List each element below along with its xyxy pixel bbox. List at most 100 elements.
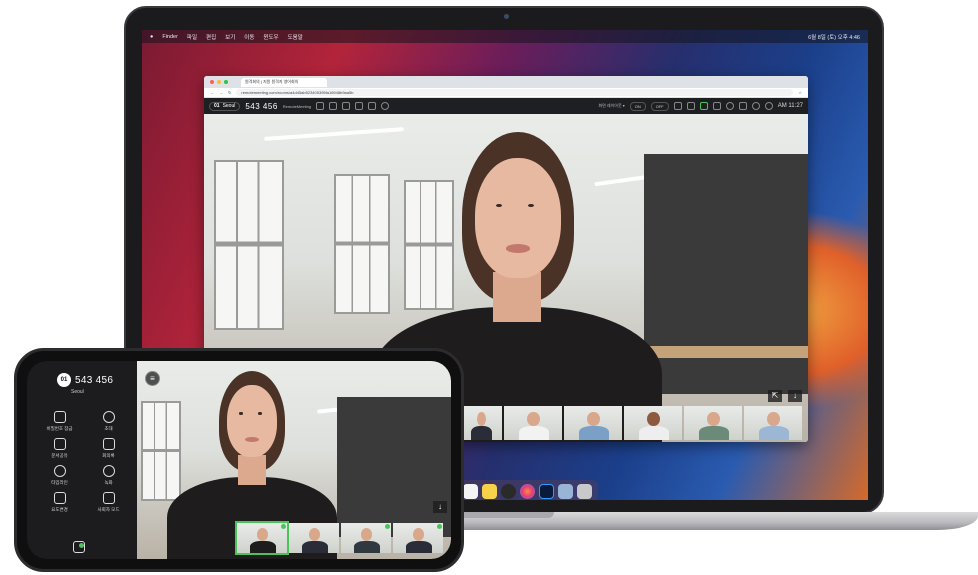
menu-label: 비밀번호 잠금 (46, 426, 73, 431)
menu-item-timeline[interactable]: 타임라인 (35, 465, 84, 486)
menu-item-invite[interactable]: 초대 (84, 411, 133, 432)
menubar-app[interactable]: Finder (162, 34, 178, 40)
camera-snapshot-icon[interactable] (368, 102, 377, 110)
smartphone: 01 543 456 Seoul 비밀번호 잠금 초대 문서공유 회의록 타임라… (14, 348, 464, 572)
trash-dock-icon[interactable] (577, 483, 592, 499)
menu-label: 문서공유 (51, 453, 68, 458)
off-toggle[interactable]: OFF (650, 101, 669, 111)
mac-menubar: ● Finder 파일 편집 보기 이동 윈도우 도움말 6월 8일 (토) 오… (142, 30, 868, 43)
crown-icon (102, 492, 115, 504)
participant-thumbnail[interactable] (504, 406, 562, 440)
phone-sidebar: 01 543 456 Seoul 비밀번호 잠금 초대 문서공유 회의록 타임라… (27, 361, 137, 559)
product-showcase: ● Finder 파일 편집 보기 이동 윈도우 도움말 6월 8일 (토) 오… (0, 0, 978, 575)
menu-item-minutes[interactable]: 회의록 (84, 438, 133, 459)
reload-icon[interactable]: ↻ (228, 90, 231, 95)
layout-dropdown[interactable]: 화면 레이아웃 ▾ (598, 103, 624, 109)
menu-item-password-lock[interactable]: 비밀번호 잠금 (35, 411, 84, 432)
phone-room-badge: 01 (57, 373, 71, 387)
browser-tab[interactable]: 원격회의 | 지원 원격지 영어회의 (241, 77, 327, 87)
menu-item-document-share[interactable]: 문서공유 (35, 438, 84, 459)
menubar-item-edit[interactable]: 편집 (206, 33, 216, 41)
menu-item-record[interactable]: 녹화 (84, 465, 133, 486)
office-window (214, 160, 284, 330)
phone-room-info: 01 543 456 (57, 373, 113, 387)
room-city: Seoul (222, 103, 236, 109)
minimize-window-icon[interactable] (217, 80, 221, 84)
lock-icon (53, 411, 66, 423)
phone-screen: 01 543 456 Seoul 비밀번호 잠금 초대 문서공유 회의록 타임라… (27, 361, 451, 559)
close-window-icon[interactable] (210, 80, 214, 84)
notes-dock-icon[interactable] (482, 483, 497, 499)
participant-thumbnail[interactable] (684, 406, 742, 440)
fullscreen-icon[interactable] (738, 102, 747, 110)
url-field[interactable]: remotemeeting.com/rooms/a4d45ab523405395… (236, 89, 794, 96)
participant-thumbnail[interactable] (341, 523, 391, 553)
calendar-dock-icon[interactable] (463, 483, 478, 499)
phone-room-number: 543 456 (75, 374, 114, 386)
brand-label: RemoteMeeting (282, 103, 312, 109)
video-camera-icon[interactable] (712, 102, 721, 110)
download-arrow-icon[interactable]: ↓ (433, 501, 447, 513)
exit-icon[interactable] (764, 102, 773, 110)
participant-thumbnail[interactable] (744, 406, 802, 440)
menu-label: 회의록 (102, 453, 115, 458)
menubar-item-file[interactable]: 파일 (187, 33, 197, 41)
browser-tabbar: 원격회의 | 지원 원격지 영어회의 (204, 76, 808, 88)
laptop-notch (458, 512, 554, 518)
menu-item-layout[interactable]: 요도변경 (35, 492, 84, 513)
room-badge: 01 (214, 103, 220, 109)
meeting-clock: AM 11:27 (777, 103, 803, 109)
document-icon (53, 438, 66, 450)
gallery-view-icon[interactable] (686, 102, 695, 110)
notes-icon (102, 438, 115, 450)
phone-participant-strip (235, 521, 443, 555)
participant-thumbnail[interactable] (564, 406, 622, 440)
dashboard-dock-icon[interactable] (501, 483, 516, 499)
menu-label: 녹화 (104, 480, 113, 485)
pip-icon[interactable]: ⇱ (768, 390, 782, 402)
photoshop-dock-icon[interactable] (539, 483, 554, 499)
invite-icon[interactable] (329, 102, 338, 110)
dark-wall (644, 154, 808, 394)
settings-gear-icon[interactable] (751, 102, 760, 110)
menubar-item-view[interactable]: 보기 (225, 33, 235, 41)
layout-icon (53, 492, 66, 504)
bookmark-star-icon[interactable]: ☆ (798, 90, 802, 95)
phone-menu-grid: 비밀번호 잠금 초대 문서공유 회의록 타임라인 녹화 요도변경 사회자 모드 (35, 411, 133, 513)
lock-icon[interactable] (316, 102, 325, 110)
screen-share-icon[interactable] (342, 102, 351, 110)
timeline-icon (53, 465, 66, 477)
menu-item-host-mode[interactable]: 사회자 모드 (84, 492, 133, 513)
menubar-clock[interactable]: 6월 8일 (토) 오후 4:46 (808, 33, 860, 41)
participant-thumbnail[interactable] (235, 521, 289, 555)
dark-wall (337, 397, 451, 537)
participants-icon[interactable] (699, 102, 708, 110)
participant-thumbnail[interactable] (460, 406, 502, 440)
participant-thumbnail[interactable] (393, 523, 443, 553)
participant-strip (460, 406, 802, 440)
photos-dock-icon[interactable] (520, 483, 535, 499)
crown-icon[interactable] (673, 102, 682, 110)
document-icon[interactable] (355, 102, 364, 110)
menubar-item-go[interactable]: 이동 (244, 33, 254, 41)
download-arrow-icon[interactable]: ↓ (788, 390, 802, 402)
zoom-window-icon[interactable] (224, 80, 228, 84)
record-icon[interactable] (381, 102, 390, 110)
participant-thumbnail[interactable] (289, 523, 339, 553)
menubar-item-help[interactable]: 도움말 (288, 33, 303, 41)
apple-icon[interactable]: ● (150, 34, 153, 40)
forward-icon[interactable]: → (219, 90, 223, 95)
participant-thumbnail[interactable] (624, 406, 682, 440)
menu-label: 초대 (104, 426, 113, 431)
status-badge (79, 543, 84, 548)
hamburger-menu-icon[interactable]: ≡ (145, 371, 160, 386)
menubar-item-window[interactable]: 윈도우 (263, 33, 278, 41)
microphone-icon[interactable] (725, 102, 734, 110)
back-icon[interactable]: ← (210, 90, 214, 95)
webcam (504, 14, 509, 19)
browser-addressbar: ← → ↻ remotemeeting.com/rooms/a4d45ab523… (204, 88, 808, 98)
invite-icon (102, 411, 115, 423)
finder-window-dock-icon[interactable] (558, 483, 573, 499)
on-toggle[interactable]: ON (629, 101, 646, 111)
phone-video-feed: ↓ (137, 361, 451, 559)
